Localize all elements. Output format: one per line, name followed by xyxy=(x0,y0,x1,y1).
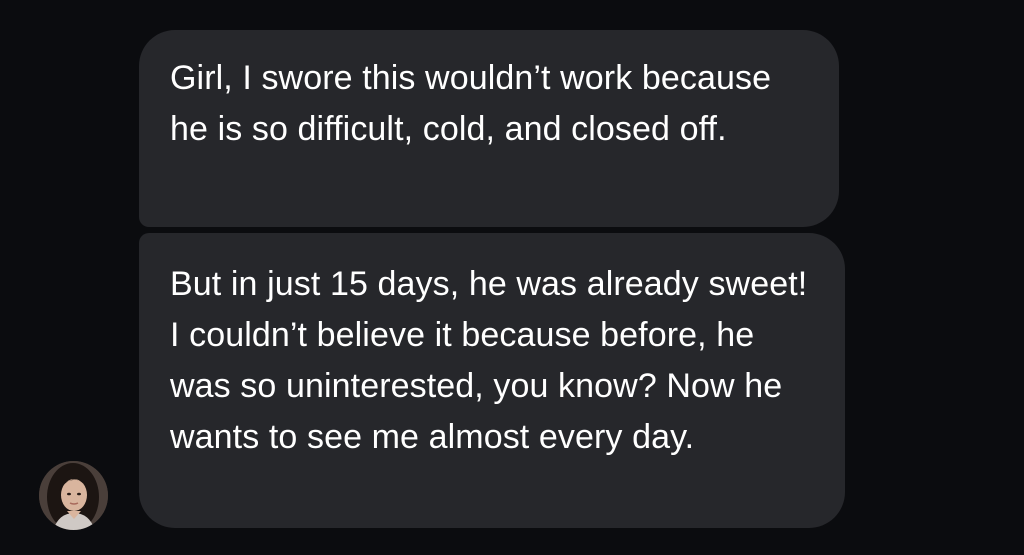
message-text: Girl, I swore this wouldn’t work because… xyxy=(170,59,772,148)
message-bubble[interactable]: Girl, I swore this wouldn’t work because… xyxy=(139,30,839,227)
chat-thread: Girl, I swore this wouldn’t work because… xyxy=(0,0,1024,555)
message-text: But in just 15 days, he was already swee… xyxy=(170,265,808,456)
message-bubble[interactable]: But in just 15 days, he was already swee… xyxy=(139,233,845,528)
avatar-photo-icon xyxy=(39,461,108,530)
contact-avatar[interactable] xyxy=(39,461,108,530)
